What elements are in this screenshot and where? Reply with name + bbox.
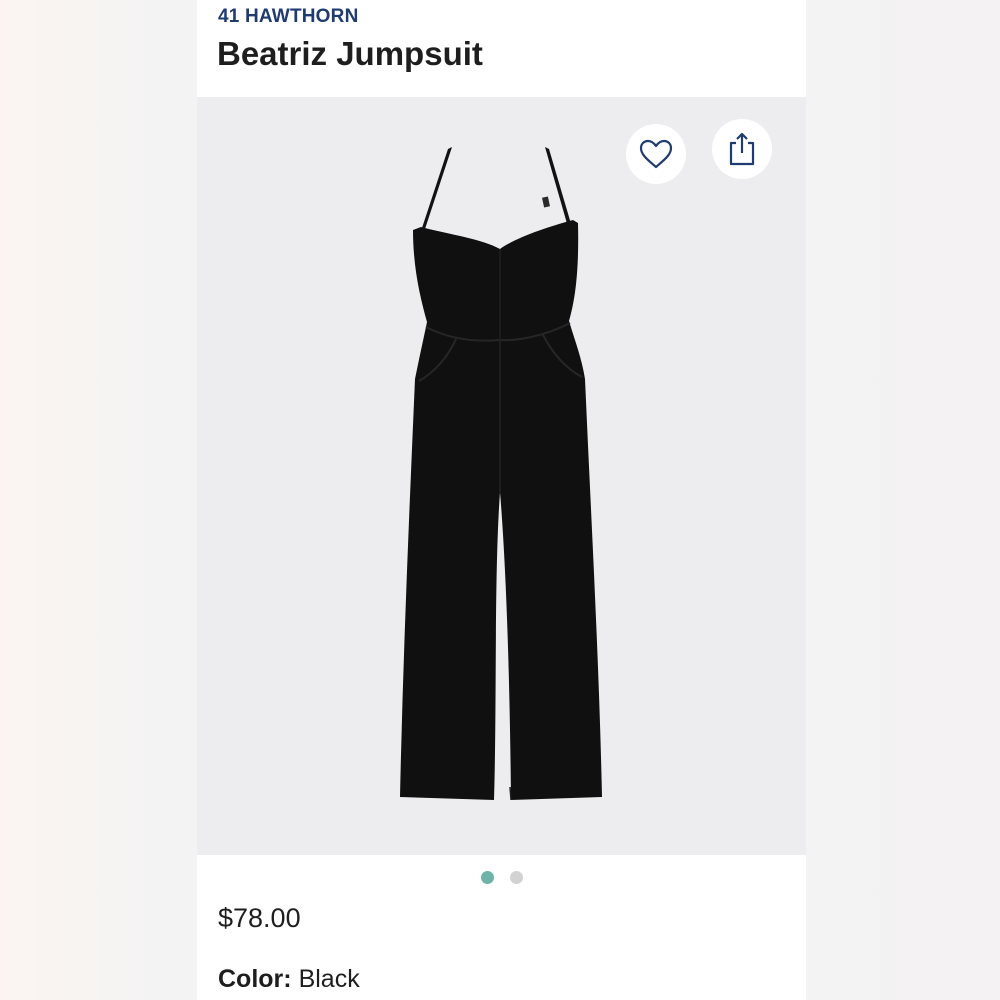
product-title: Beatriz Jumpsuit [217, 35, 483, 72]
product-card: 41 HAWTHORN Beatriz Jumpsuit $78.00 Colo… [197, 0, 806, 1000]
share-icon [729, 132, 755, 166]
brand-name[interactable]: 41 HAWTHORN [218, 6, 359, 28]
carousel-dot-active[interactable] [481, 871, 494, 884]
page: 41 HAWTHORN Beatriz Jumpsuit $78.00 Colo… [0, 0, 1000, 1000]
product-image[interactable] [197, 97, 806, 855]
color-selection: Color: Black [218, 965, 360, 994]
color-label: Color: [218, 965, 292, 993]
heart-icon [639, 139, 673, 169]
product-image-carousel[interactable] [197, 97, 806, 855]
carousel-indicator [197, 868, 806, 888]
favorite-button[interactable] [626, 124, 686, 184]
product-price: $78.00 [218, 903, 301, 933]
color-value: Black [298, 965, 360, 993]
carousel-dot[interactable] [510, 871, 523, 884]
share-button[interactable] [712, 119, 772, 179]
